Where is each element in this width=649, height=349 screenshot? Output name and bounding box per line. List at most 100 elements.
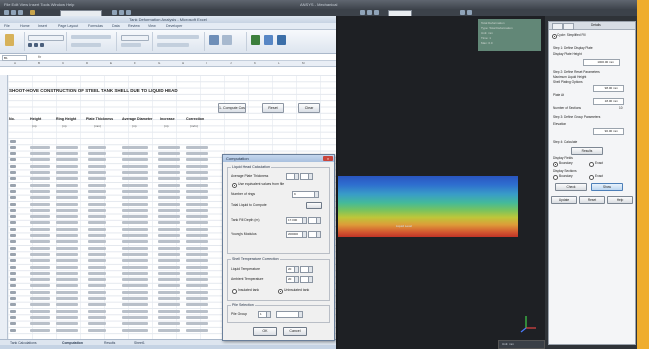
- elevation-field[interactable]: 90.00 mm: [593, 128, 624, 135]
- tank-fill-unit[interactable]: [308, 217, 321, 224]
- column-header[interactable]: L: [278, 61, 280, 65]
- underline-icon[interactable]: [40, 43, 44, 47]
- bold-icon[interactable]: [28, 43, 32, 47]
- undo-icon[interactable]: [30, 10, 35, 15]
- zoom-icon[interactable]: [112, 10, 117, 15]
- insulated-radio[interactable]: [232, 289, 237, 294]
- view-iso-icon[interactable]: [360, 10, 365, 15]
- browse-button[interactable]: [306, 202, 322, 209]
- help-button[interactable]: Help: [607, 196, 633, 204]
- panel-tab-icon[interactable]: [563, 23, 574, 30]
- delete-cells-icon[interactable]: [222, 35, 232, 45]
- open-icon[interactable]: [11, 10, 16, 15]
- ok-button[interactable]: OK: [253, 327, 277, 336]
- column-header[interactable]: F: [134, 61, 136, 65]
- max-liquid-height-field[interactable]: 98.00 mm: [593, 85, 624, 92]
- save-icon[interactable]: [18, 10, 23, 15]
- column-header[interactable]: D: [86, 61, 88, 65]
- number-icons[interactable]: [121, 43, 141, 47]
- column-header[interactable]: M: [302, 61, 305, 65]
- tab-page-layout[interactable]: Page Layout: [58, 24, 78, 28]
- liquid-temp-field[interactable]: 20: [286, 266, 299, 273]
- section-count[interactable]: 10: [619, 106, 623, 110]
- tab-insert[interactable]: Insert: [38, 24, 47, 28]
- tab-formulas[interactable]: Formulas: [88, 24, 103, 28]
- sections-boundary-radio[interactable]: [553, 175, 558, 180]
- align-icons[interactable]: [71, 35, 111, 39]
- youngs-modulus-unit[interactable]: [308, 231, 321, 238]
- liquid-temp-unit[interactable]: [300, 266, 313, 273]
- fx-icon[interactable]: fx: [38, 54, 41, 59]
- close-icon[interactable]: ×: [323, 156, 333, 161]
- table-cell-placeholder: [186, 328, 208, 332]
- youngs-modulus-field[interactable]: 200000: [286, 231, 307, 238]
- font-select[interactable]: [28, 35, 64, 41]
- uninsulated-radio[interactable]: [278, 289, 283, 294]
- tab-data[interactable]: Data: [112, 24, 120, 28]
- wrap-icons[interactable]: [71, 43, 101, 47]
- sum-icon[interactable]: [251, 35, 260, 45]
- plate-thickness-spinner[interactable]: [286, 173, 299, 180]
- show-button[interactable]: Show: [591, 183, 623, 191]
- table-cell-placeholder: [56, 278, 78, 282]
- clear-button[interactable]: Clear: [298, 103, 320, 113]
- column-header[interactable]: G: [158, 61, 160, 65]
- fill-cycle-radio[interactable]: [552, 34, 557, 39]
- tab-home[interactable]: Home: [20, 24, 30, 28]
- panel-tab-icon[interactable]: [552, 23, 563, 30]
- ring-count-field[interactable]: 9: [292, 191, 319, 198]
- graphics-viewport[interactable]: Total Deformation Type: Total Deformatio…: [338, 16, 545, 349]
- display-plate-height-field[interactable]: 1000.00 mm: [583, 59, 620, 66]
- plate-thickness-unit[interactable]: [300, 173, 313, 180]
- column-header[interactable]: C: [62, 61, 64, 65]
- boundary-radio[interactable]: [553, 162, 558, 167]
- tab-view[interactable]: View: [148, 24, 156, 28]
- number-format-select[interactable]: [121, 35, 149, 41]
- paste-icon[interactable]: [5, 34, 14, 46]
- column-header[interactable]: K: [254, 61, 256, 65]
- row-headers[interactable]: [0, 75, 8, 339]
- find-select-icon[interactable]: [277, 35, 286, 45]
- tab-file[interactable]: File: [4, 24, 10, 28]
- new-icon[interactable]: [4, 10, 9, 15]
- pile-group-field[interactable]: 1: [258, 311, 271, 318]
- tank-deformation-contour[interactable]: [338, 176, 518, 237]
- select-icon[interactable]: [467, 10, 472, 15]
- use-equivalent-radio[interactable]: [232, 183, 237, 188]
- column-header[interactable]: E: [110, 61, 112, 65]
- fit-icon[interactable]: [460, 10, 465, 15]
- column-header[interactable]: B: [38, 61, 40, 65]
- pan-icon[interactable]: [119, 10, 124, 15]
- column-header[interactable]: H: [182, 61, 184, 65]
- tab-developer[interactable]: Developer: [166, 24, 182, 28]
- ambient-temp-field[interactable]: 20: [286, 276, 299, 283]
- table-cell-placeholder: [10, 297, 16, 300]
- cell-styles-icon[interactable]: [157, 43, 189, 47]
- column-header[interactable]: I: [206, 61, 207, 65]
- sections-exact-radio[interactable]: [589, 175, 594, 180]
- plate-at-field[interactable]: 18.00 mm: [593, 98, 624, 105]
- app-menu-bar[interactable]: File Edit View Insert Tools Window Help: [4, 2, 74, 7]
- pile-group-select[interactable]: [276, 311, 303, 318]
- tank-fill-field[interactable]: 17.000: [286, 217, 307, 224]
- table-cell-placeholder: [158, 145, 180, 149]
- reset-button[interactable]: Reset: [579, 196, 605, 204]
- tab-review[interactable]: Review: [128, 24, 140, 28]
- compute-button[interactable]: 1. Compute Cos: [218, 103, 246, 113]
- cancel-button[interactable]: Cancel: [283, 327, 307, 336]
- insert-cells-icon[interactable]: [209, 35, 219, 45]
- italic-icon[interactable]: [34, 43, 38, 47]
- check-button[interactable]: Check: [555, 183, 587, 191]
- reset-button[interactable]: Reset: [262, 103, 284, 113]
- results-button[interactable]: Results: [571, 147, 603, 155]
- update-button[interactable]: Update: [551, 196, 577, 204]
- conditional-format-icon[interactable]: [157, 35, 199, 39]
- view-top-icon[interactable]: [374, 10, 379, 15]
- sort-filter-icon[interactable]: [264, 35, 273, 45]
- rotate-icon[interactable]: [126, 10, 131, 15]
- exact-radio[interactable]: [589, 162, 594, 167]
- view-front-icon[interactable]: [367, 10, 372, 15]
- column-header[interactable]: A: [14, 61, 16, 65]
- ambient-temp-unit[interactable]: [300, 276, 313, 283]
- column-header[interactable]: J: [230, 61, 232, 65]
